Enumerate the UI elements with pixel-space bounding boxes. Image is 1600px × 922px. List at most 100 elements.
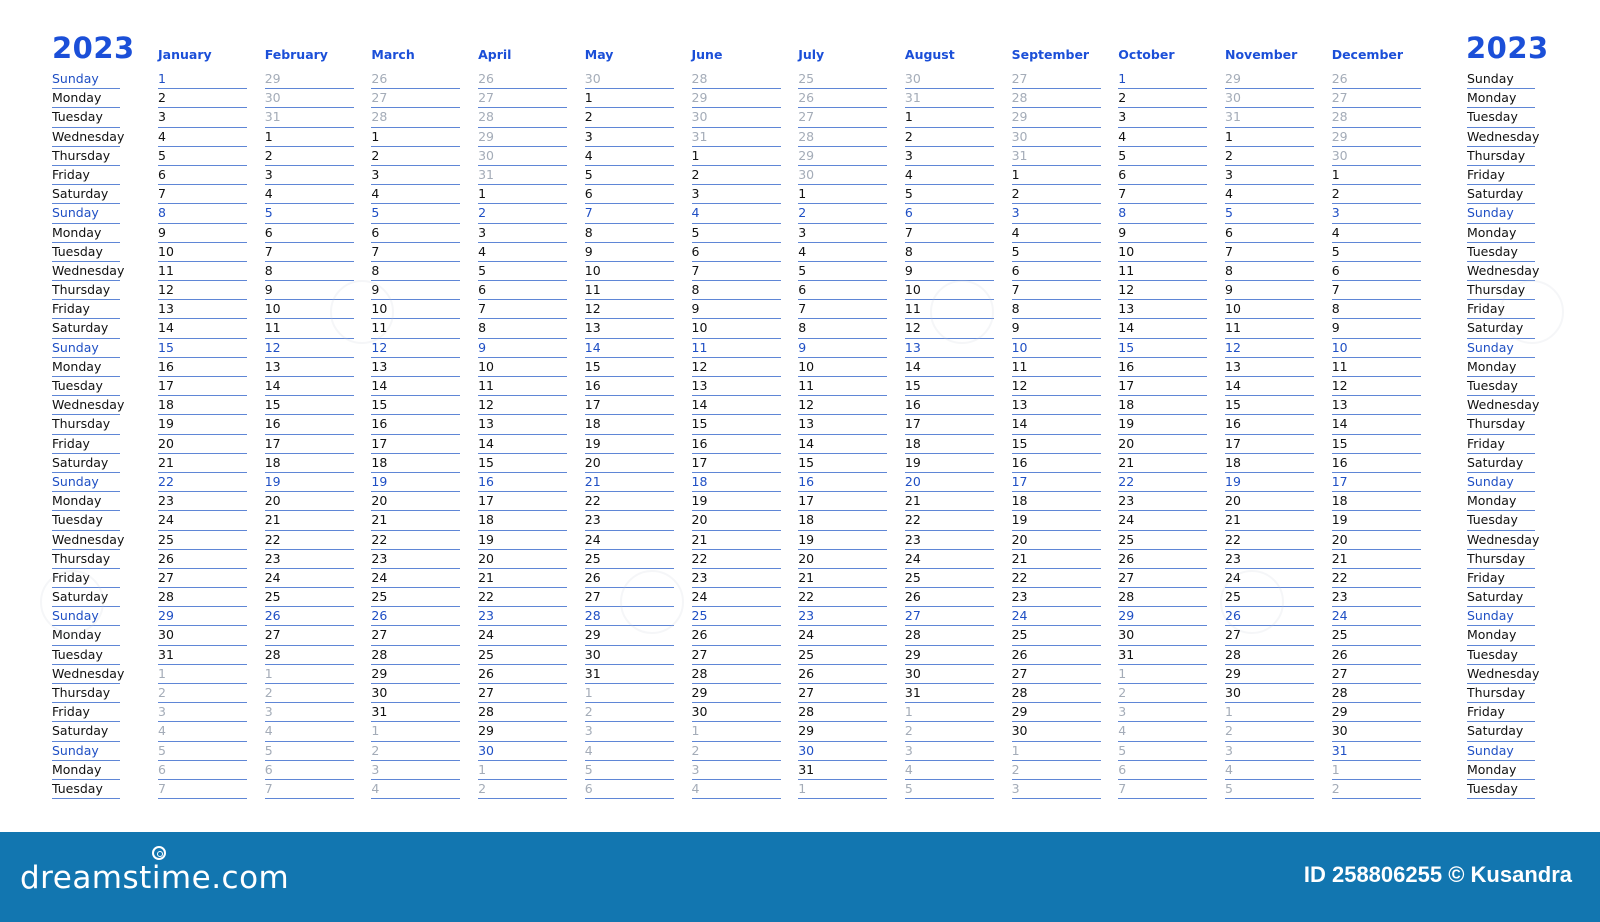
day-cell: 12 [1331, 377, 1421, 397]
weekday-label: Tuesday [1467, 243, 1535, 262]
day-cell: 11 [1118, 262, 1208, 282]
day-cell: 4 [158, 128, 247, 147]
swirl-icon [152, 846, 166, 860]
adjacent-month-day-cell: 3 [584, 722, 674, 742]
adjacent-month-day-cell: 4 [371, 780, 461, 800]
adjacent-month-day-cell: 28 [371, 108, 461, 128]
day-cell: 9 [691, 300, 781, 320]
day-cell: 22 [478, 588, 568, 608]
day-cell: 25 [264, 588, 354, 608]
weekday-label: Monday [1467, 224, 1535, 243]
day-cell: 5 [1118, 147, 1208, 166]
day-cell: 10 [1118, 243, 1208, 262]
day-cell: 28 [1011, 684, 1101, 704]
day-cell: 30 [1225, 684, 1314, 704]
day-cell: 30 [691, 703, 781, 723]
day-cell: 31 [158, 646, 247, 665]
month-column-october: 1 2 3 4 5 6 7 8 9 10 11 12 13 14 15 16 17 18 19 20 21 22 23 24 2… [1118, 70, 1208, 800]
adjacent-month-day-cell: 6 [1118, 761, 1208, 780]
day-cell: 2 [371, 147, 461, 166]
day-cell: 28 [478, 703, 568, 723]
day-cell: 5 [264, 204, 354, 224]
day-cell: 5 [1011, 243, 1101, 262]
adjacent-month-day-cell: 4 [1225, 761, 1314, 780]
day-cell: 31 [371, 703, 461, 723]
day-cell: 22 [798, 588, 888, 608]
day-cell: 22 [264, 531, 354, 550]
day-cell: 9 [798, 339, 888, 358]
day-cell: 27 [371, 626, 461, 646]
day-cell: 15 [1011, 435, 1101, 454]
day-cell: 12 [1011, 377, 1101, 397]
day-cell: 27 [1331, 665, 1421, 684]
adjacent-month-day-cell: 30 [478, 147, 568, 166]
day-cell: 8 [1225, 262, 1314, 282]
adjacent-month-day-cell: 28 [798, 128, 888, 147]
day-cell: 18 [158, 396, 247, 416]
weekday-label: Monday [1467, 761, 1535, 780]
day-cell: 22 [691, 550, 781, 569]
day-cell: 27 [158, 569, 247, 589]
day-cell: 6 [1118, 166, 1208, 186]
month-column-may: 30 1 2 3 4 5 6 7 8 9 10 11 12 13 14 15 16 17 18 19 20 21 22 23 2… [584, 70, 674, 800]
day-cell: 12 [691, 358, 781, 377]
day-cell: 18 [264, 454, 354, 473]
adjacent-month-day-cell: 30 [1331, 147, 1421, 166]
day-cell: 31 [904, 684, 994, 704]
day-cell: 6 [691, 243, 781, 262]
weekday-label: Monday [52, 761, 120, 780]
day-cell: 25 [478, 646, 568, 665]
weekday-label: Tuesday [52, 646, 120, 665]
watermark-swirl-icon [330, 280, 394, 344]
adjacent-month-day-cell: 5 [584, 761, 674, 780]
day-cell: 10 [798, 358, 888, 377]
weekday-label: Tuesday [1467, 780, 1535, 800]
day-cell: 28 [798, 703, 888, 723]
day-cell: 23 [1331, 588, 1421, 608]
adjacent-month-day-cell: 4 [904, 761, 994, 780]
day-cell: 28 [904, 626, 994, 646]
day-cell: 17 [158, 377, 247, 397]
adjacent-month-day-cell: 1 [1118, 665, 1208, 684]
weekday-label: Monday [52, 358, 120, 377]
day-cell: 25 [1331, 626, 1421, 646]
weekday-label: Friday [52, 703, 120, 723]
day-cell: 27 [264, 626, 354, 646]
day-cell: 26 [371, 607, 461, 627]
day-cell: 20 [264, 492, 354, 512]
day-cell: 21 [371, 511, 461, 531]
weekday-label: Tuesday [1467, 377, 1535, 397]
day-cell: 3 [1118, 108, 1208, 128]
day-cell: 3 [1011, 204, 1101, 224]
day-cell: 1 [158, 70, 247, 90]
day-cell: 10 [584, 262, 674, 282]
day-cell: 28 [264, 646, 354, 665]
day-cell: 14 [1331, 415, 1421, 435]
adjacent-month-day-cell: 30 [584, 70, 674, 90]
weekday-label: Sunday [1467, 607, 1535, 627]
month-header-november: November [1225, 47, 1298, 62]
day-cell: 1 [904, 108, 994, 128]
adjacent-month-day-cell: 2 [1011, 761, 1101, 780]
day-cell: 19 [584, 435, 674, 454]
month-header-september: September [1011, 47, 1090, 62]
day-cell: 31 [798, 761, 888, 780]
day-cell: 2 [158, 89, 247, 109]
day-cell: 16 [798, 473, 888, 493]
day-cell: 26 [1331, 646, 1421, 665]
day-cell: 26 [691, 626, 781, 646]
day-cell: 18 [1225, 454, 1314, 473]
weekday-label: Thursday [1467, 550, 1535, 569]
adjacent-month-day-cell: 31 [264, 108, 354, 128]
day-cell: 4 [904, 166, 994, 186]
day-cell: 4 [264, 185, 354, 205]
day-cell: 1 [1011, 166, 1101, 186]
day-cell: 19 [904, 454, 994, 473]
day-cell: 26 [1011, 646, 1101, 665]
weekday-label: Wednesday [1467, 665, 1539, 684]
day-cell: 23 [904, 531, 994, 550]
day-cell: 14 [158, 319, 247, 339]
adjacent-month-day-cell: 31 [904, 89, 994, 109]
day-cell: 6 [264, 224, 354, 243]
month-header-december: December [1331, 47, 1404, 62]
